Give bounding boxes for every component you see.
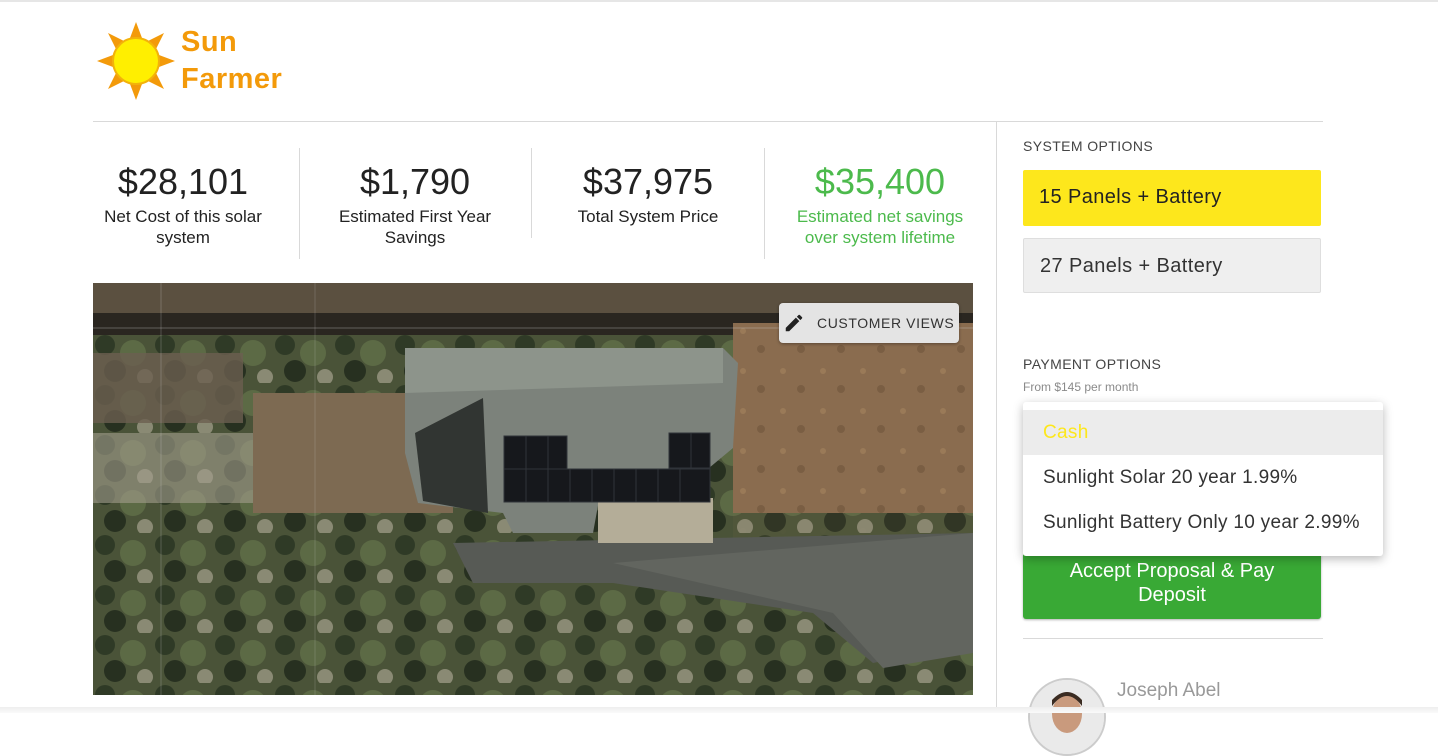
sun-farmer-logo[interactable]: Sun Farmer <box>95 20 285 102</box>
header-divider <box>93 121 1323 122</box>
brand-line2: Farmer <box>181 63 283 95</box>
accept-button-line1: Accept Proposal & Pay <box>1069 560 1275 582</box>
stat-value: $28,101 <box>117 161 249 202</box>
sidebar-divider <box>996 122 997 713</box>
stat-total-price: $37,975 Total System Price <box>558 160 738 227</box>
payment-option-solar-20yr[interactable]: Sunlight Solar 20 year 1.99% <box>1023 455 1383 500</box>
accept-proposal-button[interactable]: Accept Proposal & Pay Deposit <box>1023 553 1321 619</box>
stat-value: $37,975 <box>582 161 714 202</box>
stat-divider <box>531 148 532 238</box>
pencil-icon <box>785 314 803 332</box>
sidebar-divider-horizontal <box>1023 638 1323 639</box>
stat-divider <box>764 148 765 259</box>
system-option-27-panels[interactable]: 27 Panels + Battery <box>1023 238 1321 293</box>
sun-icon <box>97 22 175 100</box>
customer-views-label: CUSTOMER VIEWS <box>817 315 955 331</box>
stat-label: Net Cost of this solar system <box>104 207 262 247</box>
rep-name: Joseph Abel <box>1117 680 1221 701</box>
brand-name: Sun Farmer <box>181 24 282 98</box>
system-option-15-panels[interactable]: 15 Panels + Battery <box>1023 170 1321 226</box>
accept-button-line2: Deposit <box>1138 584 1206 606</box>
stat-divider <box>299 148 300 259</box>
top-border <box>0 0 1438 2</box>
payment-option-battery-10yr[interactable]: Sunlight Battery Only 10 year 2.99% <box>1023 500 1383 545</box>
person-icon <box>1030 680 1104 754</box>
stat-value: $1,790 <box>359 161 471 202</box>
stat-lifetime-savings: $35,400 Estimated net savings over syste… <box>790 160 970 248</box>
stat-label: Estimated First Year Savings <box>338 207 492 247</box>
bottom-edge <box>0 707 1438 713</box>
payment-options-title: PAYMENT OPTIONS <box>1023 356 1162 372</box>
stat-value: $35,400 <box>814 161 946 202</box>
stat-net-cost: $28,101 Net Cost of this solar system <box>93 160 273 248</box>
customer-views-button[interactable]: CUSTOMER VIEWS <box>779 303 959 343</box>
payment-option-cash[interactable]: Cash <box>1023 410 1383 455</box>
stat-label: Total System Price <box>577 207 719 226</box>
system-options-title: SYSTEM OPTIONS <box>1023 138 1154 154</box>
satellite-image <box>93 283 973 695</box>
stat-label: Estimated net savings over system lifeti… <box>796 207 964 247</box>
payment-options-dropdown[interactable]: Cash Sunlight Solar 20 year 1.99% Sunlig… <box>1023 402 1383 556</box>
aerial-roof-map[interactable] <box>93 283 973 695</box>
brand-line1: Sun <box>181 26 238 58</box>
payment-options-subtitle: From $145 per month <box>1023 380 1139 394</box>
stat-first-year-savings: $1,790 Estimated First Year Savings <box>325 160 505 248</box>
avatar <box>1028 678 1106 756</box>
